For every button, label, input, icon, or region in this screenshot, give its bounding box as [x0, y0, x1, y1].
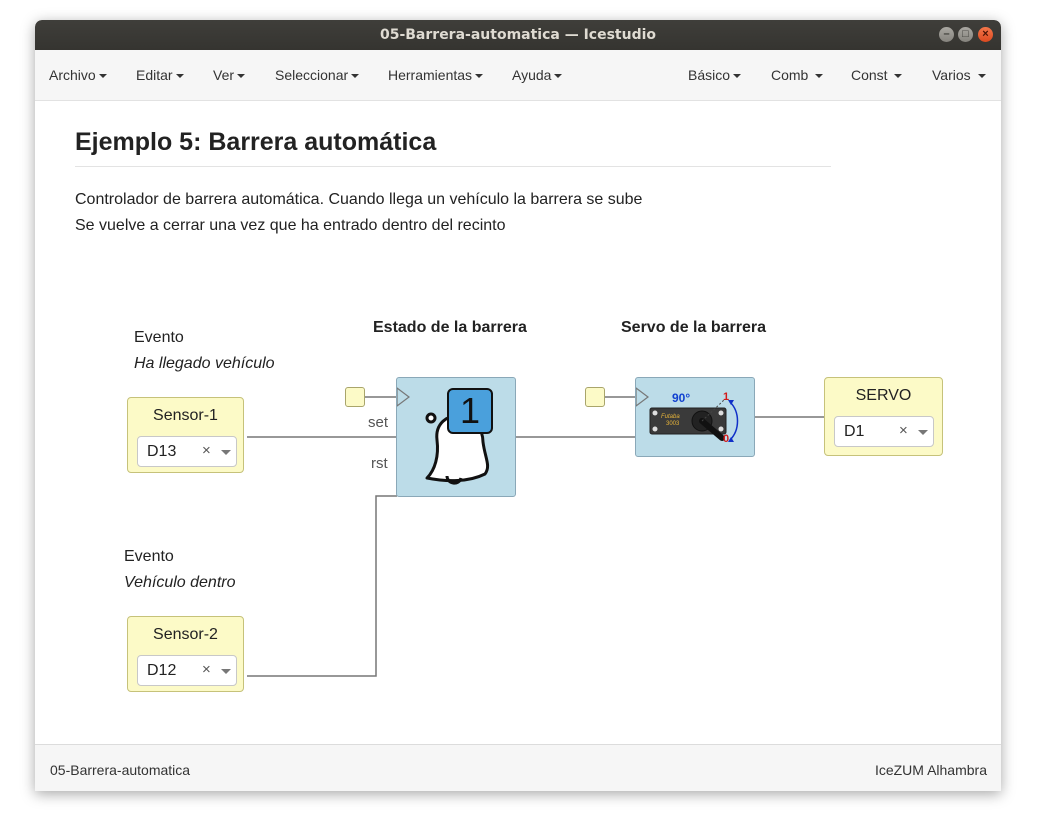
pin-select[interactable]: D1 ×: [834, 416, 934, 447]
flipflop-value: 1: [447, 388, 493, 434]
caret-down-icon: [237, 74, 246, 79]
flipflop-block[interactable]: 1: [396, 377, 516, 497]
menu-label: Seleccionar: [275, 67, 349, 83]
menu-ayuda[interactable]: Ayuda: [512, 67, 563, 83]
servo-model: 3003: [666, 421, 680, 427]
menu-comb[interactable]: Comb: [771, 67, 824, 83]
minimize-button[interactable]: –: [939, 27, 954, 42]
comment-event-1: Evento: [134, 329, 184, 346]
clear-icon[interactable]: ×: [202, 442, 211, 459]
input-block-sensor-1[interactable]: Sensor-1 D13 ×: [127, 397, 244, 473]
comment-event-2-detail: Vehículo dentro: [124, 574, 236, 591]
caret-down-icon: [977, 74, 986, 79]
caret-down-icon: [175, 74, 184, 79]
menu-label: Archivo: [49, 67, 96, 83]
status-board-name[interactable]: IceZUM Alhambra: [875, 762, 987, 778]
pin-select[interactable]: D12 ×: [137, 655, 237, 686]
clear-icon[interactable]: ×: [202, 661, 211, 678]
caret-down-icon: [475, 74, 484, 79]
input-block-sensor-2[interactable]: Sensor-2 D12 ×: [127, 616, 244, 692]
pin-select[interactable]: D13 ×: [137, 436, 237, 467]
servo-position-low: 0: [723, 433, 730, 445]
wire-sensor2-rst: [247, 495, 397, 677]
app-window: 05-Barrera-automatica — Icestudio – □ × …: [35, 20, 1001, 791]
servo-block-title: Servo de la barrera: [621, 319, 766, 336]
menu-label: Básico: [688, 67, 731, 83]
menu-archivo[interactable]: Archivo: [49, 67, 107, 83]
comment-event-1-detail: Ha llegado vehículo: [134, 355, 275, 372]
menu-herramientas[interactable]: Herramientas: [388, 67, 484, 83]
caret-down-icon: [815, 74, 824, 79]
close-button[interactable]: ×: [978, 27, 993, 42]
servo-motor-icon: [636, 387, 739, 442]
menu-editar[interactable]: Editar: [136, 67, 184, 83]
servo-brand: Futaba: [661, 414, 680, 420]
port-label-set: set: [368, 414, 389, 431]
menu-bar: Archivo Editar Ver Seleccionar Herramien…: [35, 50, 1001, 101]
output-block-servo[interactable]: SERVO D1 ×: [824, 377, 943, 456]
input-block-label: Sensor-1: [153, 407, 218, 424]
window-title: 05-Barrera-automatica — Icestudio: [379, 27, 657, 43]
menu-label: Comb: [771, 67, 809, 83]
menu-label: Editar: [136, 67, 173, 83]
status-project-name: 05-Barrera-automatica: [50, 762, 191, 778]
menu-label: Varios: [932, 67, 971, 83]
dropdown-arrow-icon[interactable]: [221, 669, 231, 674]
caret-down-icon: [351, 74, 360, 79]
maximize-button[interactable]: □: [958, 27, 973, 42]
servo-position-high: 1: [723, 391, 730, 403]
menu-label: Const: [851, 67, 888, 83]
caret-down-icon: [733, 74, 742, 79]
pin-value: D12: [147, 662, 177, 679]
menu-label: Herramientas: [388, 67, 473, 83]
title-bar[interactable]: 05-Barrera-automatica — Icestudio – □ ×: [35, 20, 1001, 50]
caret-down-icon: [98, 74, 107, 79]
menu-const[interactable]: Const: [851, 67, 903, 83]
clear-icon[interactable]: ×: [899, 422, 908, 439]
caret-down-icon: [554, 74, 563, 79]
menu-seleccionar[interactable]: Seleccionar: [275, 67, 360, 83]
status-bar: 05-Barrera-automatica IceZUM Alhambra: [35, 744, 1001, 791]
servo-block[interactable]: 90° 1 0 Futaba 3003: [635, 377, 755, 457]
pin-value: D13: [147, 443, 177, 460]
servo-angle-label: 90°: [672, 391, 691, 405]
dropdown-arrow-icon[interactable]: [918, 430, 928, 435]
input-block-label: Sensor-2: [153, 626, 218, 643]
constant-input-servo[interactable]: [585, 387, 605, 407]
output-block-label: SERVO: [855, 387, 912, 404]
menu-label: Ayuda: [512, 67, 552, 83]
comment-event-2: Evento: [124, 548, 174, 565]
caret-down-icon: [894, 74, 903, 79]
menu-ver[interactable]: Ver: [213, 67, 246, 83]
constant-input-state[interactable]: [345, 387, 365, 407]
circuit-canvas[interactable]: Ejemplo 5: Barrera automática Controlado…: [35, 101, 1001, 744]
menu-basico[interactable]: Básico: [688, 67, 742, 83]
pin-value: D1: [844, 423, 865, 440]
menu-varios[interactable]: Varios: [932, 67, 986, 83]
state-block-title: Estado de la barrera: [373, 319, 527, 336]
menu-label: Ver: [213, 67, 235, 83]
dropdown-arrow-icon[interactable]: [221, 450, 231, 455]
port-label-rst: rst: [371, 455, 388, 472]
